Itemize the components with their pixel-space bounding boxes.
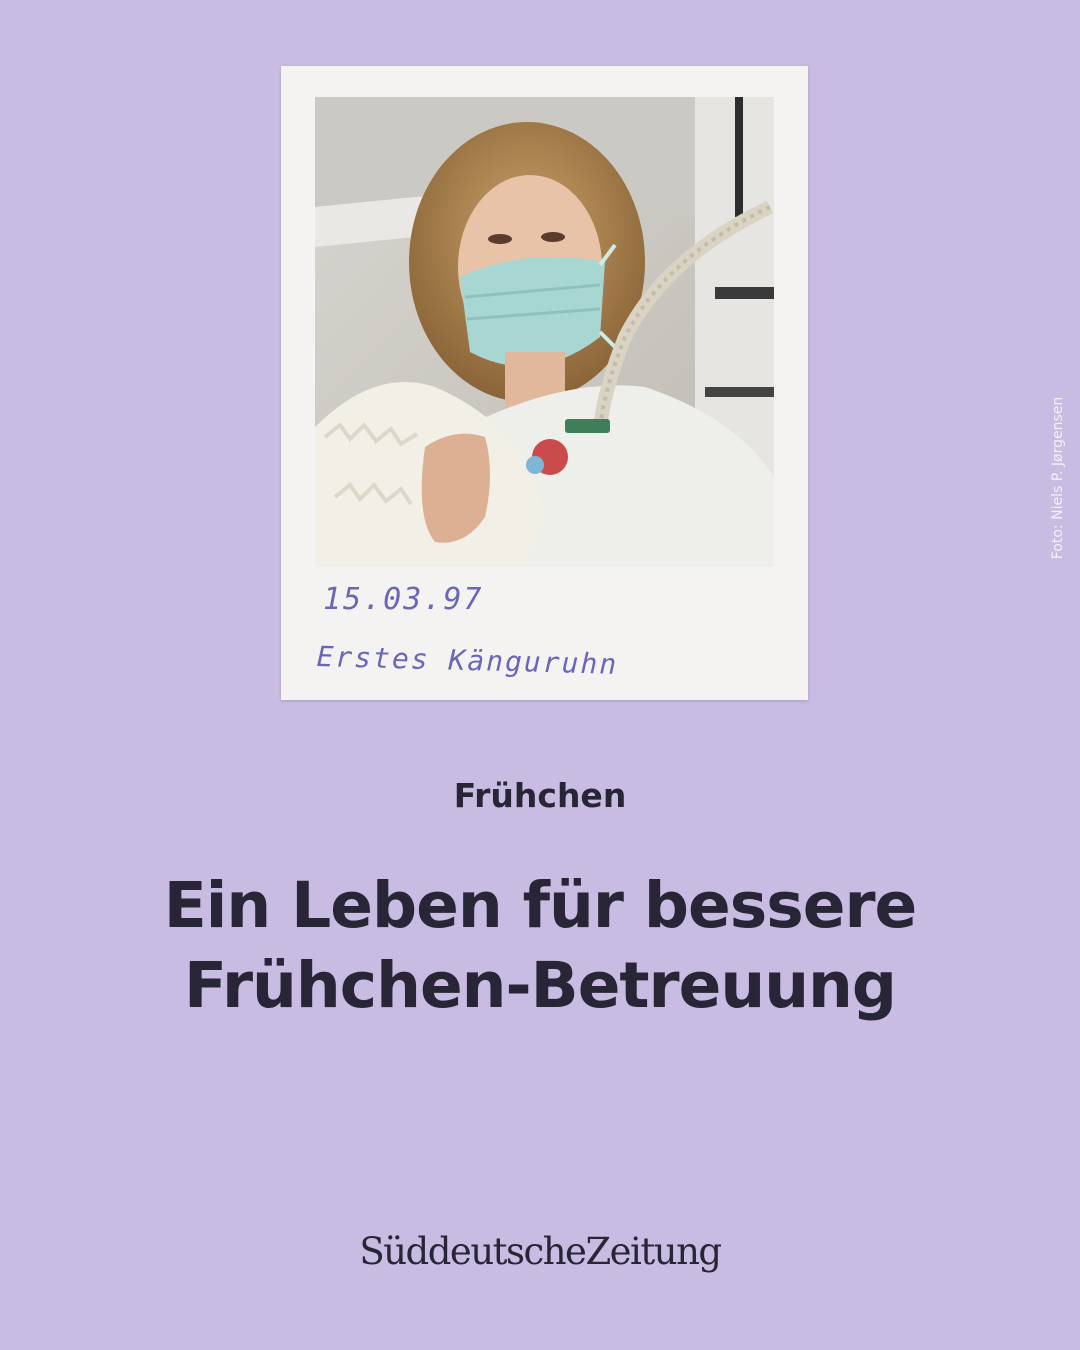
headline: Ein Leben für bessere Frühchen-Betreuung <box>20 866 1060 1026</box>
headline-line-1: Ein Leben für bessere <box>163 869 918 942</box>
kicker-label: Frühchen <box>453 776 627 815</box>
handwritten-caption: Erstes Känguruhn <box>316 640 619 681</box>
photo-credit: Foto: Niels P. Jørgensen <box>1050 396 1066 560</box>
hospital-photo <box>315 97 774 567</box>
headline-line-2: Frühchen-Betreuung <box>183 949 897 1022</box>
sz-logo: SüddeutscheZeitung <box>359 1230 722 1273</box>
polaroid-photo: 15.03.97 Erstes Känguruhn <box>281 66 808 700</box>
handwritten-date: 15.03.97 <box>323 582 484 617</box>
